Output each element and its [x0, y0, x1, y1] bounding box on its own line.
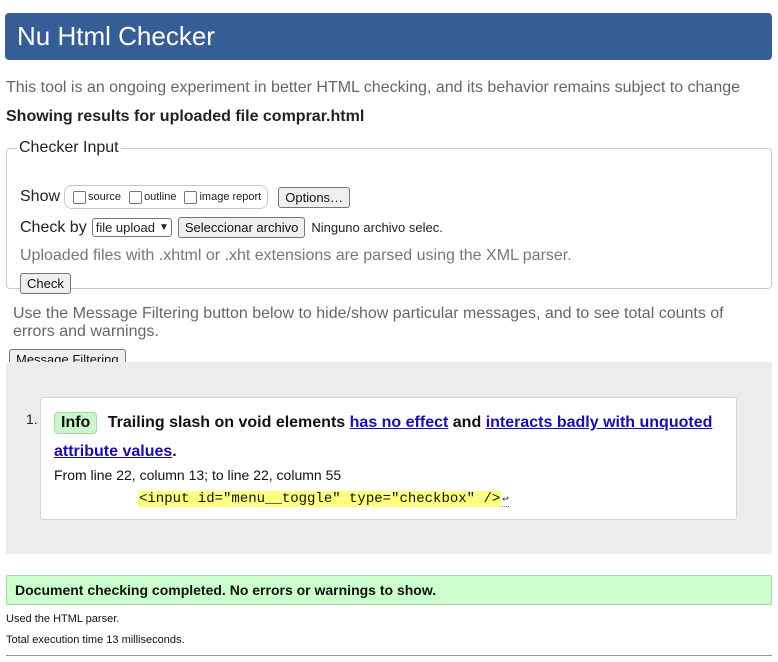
chevron-down-icon: ▼	[158, 222, 169, 233]
info-badge: Info	[54, 412, 98, 434]
check-by-select[interactable]: file upload ▼	[91, 218, 172, 237]
source-checkbox[interactable]	[73, 190, 87, 204]
filter-intro-text: Use the Message Filtering button below t…	[13, 305, 724, 340]
check-button[interactable]: Check	[20, 273, 71, 294]
execution-time: Total execution time 13 milliseconds.	[6, 634, 185, 646]
success-message: Document checking completed. No errors o…	[6, 575, 772, 605]
message-text: Info Trailing slash on void elements has…	[54, 412, 713, 460]
choose-file-button[interactable]: Seleccionar archivo	[177, 217, 306, 238]
checker-input-legend: Checker Input	[19, 139, 119, 156]
message-item: Info Trailing slash on void elements has…	[40, 397, 737, 520]
results-panel: 1. Info Trailing slash on void elements …	[6, 362, 772, 554]
show-options-group: source outline image report	[64, 185, 269, 209]
bottom-divider	[6, 655, 772, 656]
intro-text: This tool is an ongoing experiment in be…	[6, 79, 741, 96]
page-header: Nu Html Checker	[5, 13, 772, 60]
show-image-report-option[interactable]: image report	[180, 190, 261, 204]
options-button[interactable]: Options…	[278, 186, 351, 208]
image-report-checkbox[interactable]	[184, 190, 198, 204]
has-no-effect-link[interactable]: has no effect	[350, 414, 449, 431]
page-title: Nu Html Checker	[17, 21, 215, 51]
show-row: Show source outline image report Options…	[20, 185, 351, 209]
checker-input-fieldset: Checker Input Show source outline image …	[6, 139, 772, 294]
code-extract: <input id="menu__toggle" type="checkbox"…	[138, 491, 509, 507]
check-by-label: Check by	[20, 218, 87, 236]
parser-info: Used the HTML parser.	[6, 613, 120, 625]
line-end-icon: ↩	[502, 493, 509, 507]
message-location: From line 22, column 13; to line 22, col…	[54, 467, 342, 483]
highlighted-code: <input id="menu__toggle" type="checkbox"…	[138, 491, 502, 507]
message-number: 1.	[26, 411, 38, 427]
check-by-row: Check by file upload ▼ Seleccionar archi…	[20, 217, 443, 238]
xml-note: Uploaded files with .xhtml or .xht exten…	[20, 247, 572, 264]
results-heading: Showing results for uploaded file compra…	[6, 108, 365, 125]
show-outline-option[interactable]: outline	[125, 190, 176, 204]
show-source-option[interactable]: source	[69, 190, 121, 204]
show-label: Show	[20, 188, 61, 205]
check-row: Check	[20, 273, 71, 294]
outline-checkbox[interactable]	[129, 190, 143, 204]
file-status: Ninguno archivo selec.	[311, 220, 443, 235]
